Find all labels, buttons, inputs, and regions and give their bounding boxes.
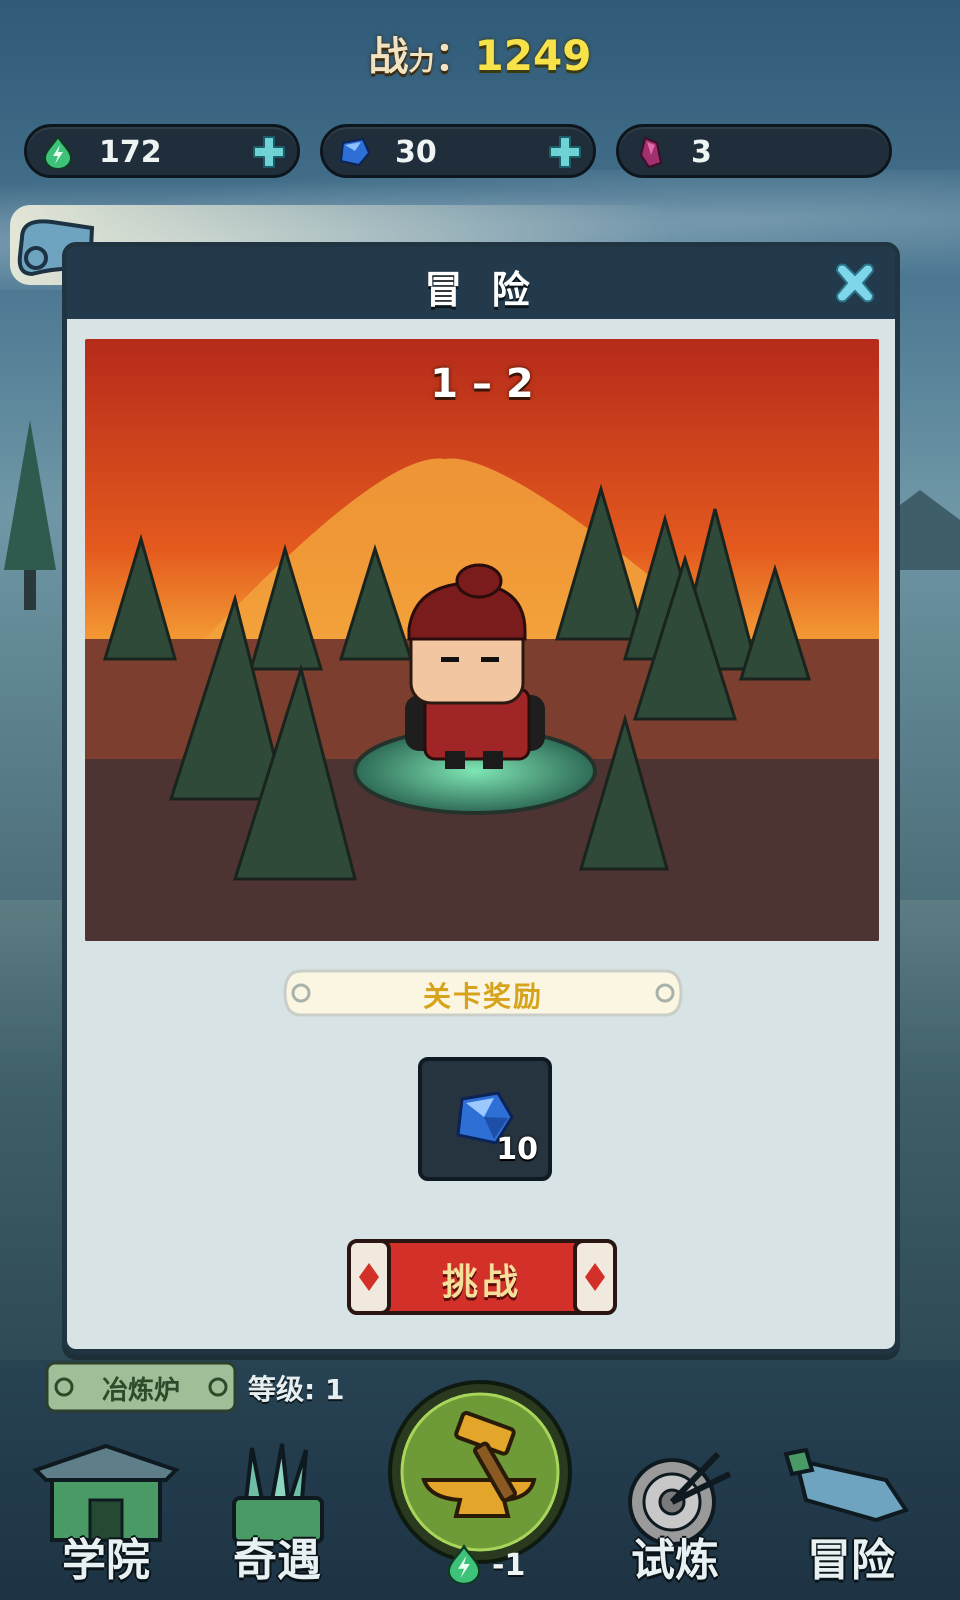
modal-title: 冒 险	[424, 268, 538, 312]
reward-item-slot[interactable]: 10	[418, 1057, 552, 1181]
blue-gem-icon	[339, 137, 371, 167]
purple-crystal-icon	[639, 136, 663, 169]
reward-title: 关卡奖励	[422, 980, 543, 1013]
nav-academy-label: 学院	[62, 1535, 150, 1586]
nav-trial-button[interactable]: 试炼	[600, 1440, 750, 1590]
nav-adventure-button[interactable]: 冒险	[776, 1440, 926, 1590]
energy-value: 172	[99, 135, 162, 170]
challenge-label: 挑战	[441, 1262, 522, 1303]
nav-trial-label: 试炼	[631, 1535, 719, 1586]
reward-count: 10	[496, 1132, 538, 1167]
reward-banner: 关卡奖励	[277, 965, 689, 1021]
furnace-label: 冶炼炉	[101, 1376, 180, 1406]
forge-cost: -1	[444, 1540, 544, 1588]
challenge-button[interactable]: 挑战	[345, 1237, 619, 1317]
modal-header: 冒 险	[67, 247, 895, 319]
add-gem-plus-icon[interactable]	[547, 134, 583, 170]
nav-encounter-label: 奇遇	[233, 1535, 321, 1586]
green-drop-lightning-icon	[43, 135, 73, 169]
furnace-tag: 冶炼炉	[44, 1360, 238, 1414]
combat-power: 战力：1249	[0, 24, 960, 82]
add-energy-plus-icon[interactable]	[251, 134, 287, 170]
adventure-modal: 冒 险 1 – 2 关卡奖励 10 挑战	[62, 242, 900, 1354]
power-label: 战力：	[368, 34, 475, 80]
forge-cost-value: -1	[492, 1548, 526, 1583]
nav-adventure-label: 冒险	[807, 1535, 895, 1586]
gem-value: 30	[395, 135, 437, 170]
crystal-value: 3	[691, 135, 712, 170]
power-value: 1249	[474, 31, 592, 80]
nav-encounter-button[interactable]: 奇遇	[202, 1440, 352, 1590]
furnace-level: 等级: 1	[248, 1373, 345, 1406]
green-drop-lightning-icon	[447, 1544, 481, 1584]
resource-energy: 172	[24, 124, 300, 178]
resource-crystal: 3	[616, 124, 892, 178]
stage-scene: 1 – 2	[85, 339, 879, 941]
background-tree-left	[4, 420, 56, 610]
stage-scene-illustration	[85, 339, 879, 941]
nav-academy-button[interactable]: 学院	[26, 1440, 186, 1590]
close-icon[interactable]	[829, 257, 881, 309]
resource-gem: 30	[320, 124, 596, 178]
stage-number: 1 – 2	[430, 361, 534, 407]
